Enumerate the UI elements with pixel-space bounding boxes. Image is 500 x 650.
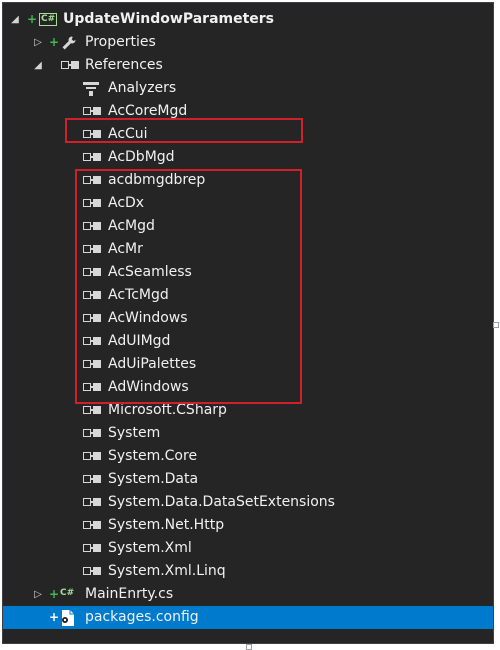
- reference-label: AcMr: [108, 241, 143, 257]
- collapse-arrow-icon[interactable]: ◢: [9, 8, 21, 31]
- reference-label: acdbmgdbrep: [108, 172, 206, 188]
- reference-label: AdUiPalettes: [108, 356, 197, 372]
- reference-label: System.Xml.Linq: [108, 563, 226, 579]
- config-file-icon: [59, 609, 77, 627]
- add-marker-icon: +: [49, 610, 60, 624]
- reference-item[interactable]: AcTcMgd: [3, 284, 493, 307]
- reference-icon: [83, 176, 101, 185]
- reference-item[interactable]: AcDx: [3, 192, 493, 215]
- reference-icon: [83, 337, 101, 346]
- add-marker-icon: +: [27, 12, 38, 26]
- add-marker-icon: +: [49, 35, 60, 49]
- panel-resize-handle[interactable]: [246, 644, 252, 650]
- reference-label: Analyzers: [108, 80, 177, 96]
- collapse-arrow-icon[interactable]: ◢: [32, 54, 44, 77]
- reference-item[interactable]: System.Xml: [3, 537, 493, 560]
- reference-item[interactable]: System.Data.DataSetExtensions: [3, 491, 493, 514]
- references-label: References: [85, 57, 163, 73]
- reference-label: AcDx: [108, 195, 145, 211]
- reference-label: AdUIMgd: [108, 333, 171, 349]
- reference-icon: [83, 268, 101, 277]
- reference-icon: [83, 291, 101, 300]
- reference-icon: [83, 222, 101, 231]
- reference-label: AcWindows: [108, 310, 188, 326]
- packages-config-node[interactable]: + packages.config: [3, 606, 493, 629]
- reference-label: AcMgd: [108, 218, 155, 234]
- reference-item[interactable]: AdWindows: [3, 376, 493, 399]
- reference-icon: [83, 199, 101, 208]
- reference-label: System.Data: [108, 471, 199, 487]
- reference-icon: [83, 314, 101, 323]
- reference-icon: [83, 521, 101, 530]
- reference-label: System: [108, 425, 161, 441]
- analyzers-node[interactable]: Analyzers: [3, 77, 493, 100]
- reference-item[interactable]: System: [3, 422, 493, 445]
- solution-tree: ◢ + C# UpdateWindowParameters ▷ + Proper…: [3, 8, 493, 629]
- references-node[interactable]: ◢ References: [3, 54, 493, 77]
- properties-node[interactable]: ▷ + Properties: [3, 31, 493, 54]
- reference-icon: [83, 107, 101, 116]
- reference-item[interactable]: System.Data: [3, 468, 493, 491]
- reference-icon: [83, 567, 101, 576]
- expand-arrow-icon[interactable]: ▷: [32, 583, 44, 606]
- csharp-project-icon: C#: [39, 13, 58, 26]
- reference-label: AcTcMgd: [108, 287, 169, 303]
- reference-item[interactable]: System.Net.Http: [3, 514, 493, 537]
- project-node[interactable]: ◢ + C# UpdateWindowParameters: [3, 8, 493, 31]
- reference-label: AdWindows: [108, 379, 189, 395]
- reference-label: System.Xml: [108, 540, 192, 556]
- reference-item[interactable]: AcSeamless: [3, 261, 493, 284]
- panel-resize-handle[interactable]: [493, 322, 499, 328]
- reference-item[interactable]: AcCui: [3, 123, 493, 146]
- reference-label: Microsoft.CSharp: [108, 402, 227, 418]
- reference-icon: [83, 153, 101, 162]
- packages-config-label: packages.config: [85, 609, 199, 625]
- reference-label: System.Core: [108, 448, 198, 464]
- reference-label: System.Data.DataSetExtensions: [108, 494, 335, 510]
- reference-item[interactable]: AdUiPalettes: [3, 353, 493, 376]
- main-file-node[interactable]: ▷ + C# MainEnrty.cs: [3, 583, 493, 606]
- reference-label: AcSeamless: [108, 264, 192, 280]
- csharp-file-icon: C#: [60, 588, 75, 598]
- reference-item[interactable]: System.Core: [3, 445, 493, 468]
- reference-icon: [83, 498, 101, 507]
- project-name: UpdateWindowParameters: [63, 11, 275, 27]
- reference-item[interactable]: AcWindows: [3, 307, 493, 330]
- reference-item[interactable]: AcDbMgd: [3, 146, 493, 169]
- solution-explorer-panel: ◢ + C# UpdateWindowParameters ▷ + Proper…: [2, 2, 494, 644]
- reference-item[interactable]: AcCoreMgd: [3, 100, 493, 123]
- references-icon: [61, 61, 79, 70]
- wrench-icon: [61, 35, 77, 51]
- reference-icon: [83, 360, 101, 369]
- add-marker-icon: +: [49, 587, 60, 601]
- reference-icon: [83, 406, 101, 415]
- reference-label: AcCui: [108, 126, 148, 142]
- reference-item[interactable]: System.Xml.Linq: [3, 560, 493, 583]
- reference-item[interactable]: AdUIMgd: [3, 330, 493, 353]
- reference-icon: [83, 429, 101, 438]
- reference-item[interactable]: Microsoft.CSharp: [3, 399, 493, 422]
- reference-icon: [83, 452, 101, 461]
- reference-icon: [83, 383, 101, 392]
- properties-label: Properties: [85, 34, 156, 50]
- reference-icon: [83, 130, 101, 139]
- reference-label: System.Net.Http: [108, 517, 225, 533]
- reference-icon: [83, 475, 101, 484]
- reference-item[interactable]: AcMgd: [3, 215, 493, 238]
- reference-item[interactable]: acdbmgdbrep: [3, 169, 493, 192]
- reference-label: AcCoreMgd: [108, 103, 188, 119]
- expand-arrow-icon[interactable]: ▷: [32, 31, 44, 54]
- reference-icon: [83, 544, 101, 553]
- reference-label: AcDbMgd: [108, 149, 175, 165]
- reference-icon: [83, 245, 101, 254]
- analyzer-icon: [83, 82, 99, 96]
- reference-item[interactable]: AcMr: [3, 238, 493, 261]
- main-file-label: MainEnrty.cs: [85, 586, 174, 602]
